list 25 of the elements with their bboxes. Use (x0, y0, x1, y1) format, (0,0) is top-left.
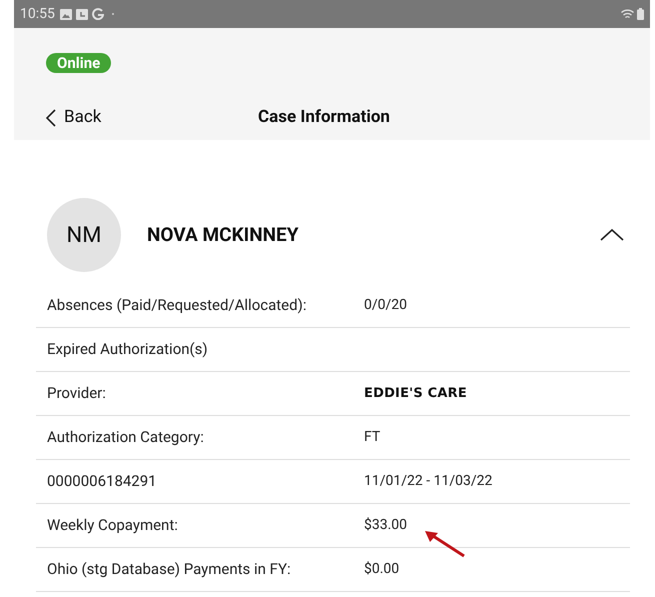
row-value: EDDIE'S CARE (364, 384, 467, 403)
row-value: 0/0/20 (364, 296, 408, 315)
row-value: FT (364, 428, 380, 447)
row-label: Weekly Copayment: (47, 515, 179, 536)
row-value: 11/01/22 - 11/03/22 (364, 472, 492, 491)
row-value: $33.00 (364, 516, 408, 535)
row-label: Provider: (47, 383, 107, 404)
row-label: Ohio (stg Database) Payments in FY: (47, 559, 292, 580)
status-time: 10:55 (20, 4, 55, 24)
avatar: NM (47, 198, 121, 272)
battery-icon (637, 8, 644, 20)
back-chevron-icon (46, 108, 56, 127)
wifi-icon (621, 8, 634, 20)
image-icon (60, 8, 72, 20)
calendar-icon (76, 8, 88, 20)
online-badge: Online (46, 53, 112, 73)
row-label: Absences (Paid/Requested/Allocated): (47, 295, 308, 316)
child-name: NOVA MCKINNEY (147, 222, 298, 248)
row-label: 0000006184291 (47, 471, 158, 492)
back-button[interactable]: Back (46, 105, 102, 130)
row-value: $0.00 (364, 560, 400, 579)
g-icon (92, 8, 104, 20)
page-title: Case Information (258, 106, 390, 129)
row-label: Authorization Category: (47, 427, 205, 448)
row-label: Expired Authorization(s) (47, 339, 209, 360)
